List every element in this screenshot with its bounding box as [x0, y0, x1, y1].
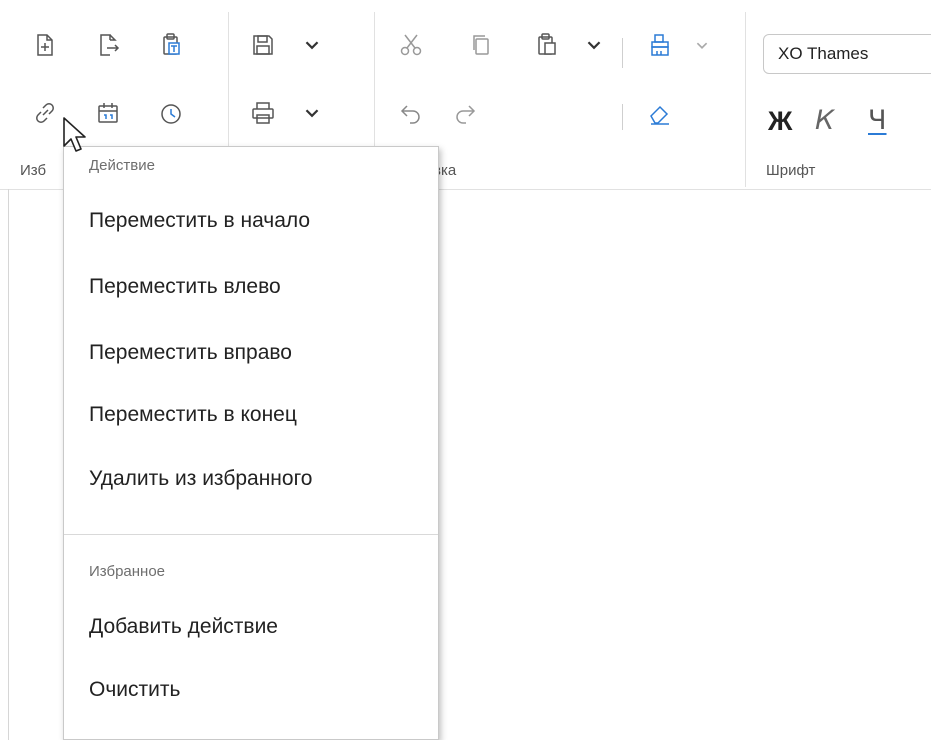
mouse-pointer-icon: [63, 117, 86, 152]
clock-icon[interactable]: [156, 98, 186, 128]
cut-icon[interactable]: [396, 30, 426, 60]
menu-section-header-favorites: Избранное: [89, 563, 166, 580]
print-dropdown-chevron-icon[interactable]: [300, 98, 324, 128]
menu-item-move-right[interactable]: Переместить вправо: [89, 341, 292, 365]
save-dropdown-chevron-icon[interactable]: [300, 30, 324, 60]
menu-item-clear[interactable]: Очистить: [89, 678, 180, 702]
inline-separator: [622, 104, 623, 130]
format-painter-icon[interactable]: [645, 30, 675, 60]
font-group-label: Шрифт: [766, 162, 816, 179]
redo-icon[interactable]: [450, 98, 480, 128]
new-document-icon[interactable]: [30, 30, 60, 60]
menu-item-move-to-start[interactable]: Переместить в начало: [89, 209, 310, 233]
copy-icon[interactable]: [466, 30, 496, 60]
link-icon[interactable]: [30, 98, 60, 128]
menu-divider: [64, 534, 438, 535]
underline-button[interactable]: Ч: [868, 103, 887, 139]
menu-item-move-left[interactable]: Переместить влево: [89, 275, 281, 299]
menu-section-header-action: Действие: [89, 157, 155, 174]
calendar-icon[interactable]: [93, 98, 123, 128]
italic-button[interactable]: К: [815, 103, 834, 139]
menu-item-remove-from-favorites[interactable]: Удалить из избранного: [89, 467, 312, 491]
favorites-group-label: Изб: [20, 162, 47, 179]
format-painter-dropdown-chevron-icon[interactable]: [690, 30, 714, 60]
menu-item-add-action[interactable]: Добавить действие: [89, 615, 278, 639]
font-name-field[interactable]: XO Thames: [763, 34, 931, 74]
document-edge: [8, 189, 9, 740]
print-icon[interactable]: [248, 98, 278, 128]
paste-text-icon[interactable]: [156, 30, 186, 60]
paste-dropdown-chevron-icon[interactable]: [582, 30, 606, 60]
menu-item-move-to-end[interactable]: Переместить в конец: [89, 403, 297, 427]
save-icon[interactable]: [248, 30, 278, 60]
bold-button[interactable]: Ж: [768, 103, 792, 139]
undo-icon[interactable]: [396, 98, 426, 128]
paste-icon[interactable]: [532, 30, 562, 60]
inline-separator: [622, 38, 623, 68]
group-separator: [745, 12, 746, 187]
favorites-context-menu: Действие Переместить в начало Переместит…: [63, 146, 439, 740]
eraser-clear-format-icon[interactable]: [645, 98, 675, 128]
export-document-icon[interactable]: [93, 30, 123, 60]
